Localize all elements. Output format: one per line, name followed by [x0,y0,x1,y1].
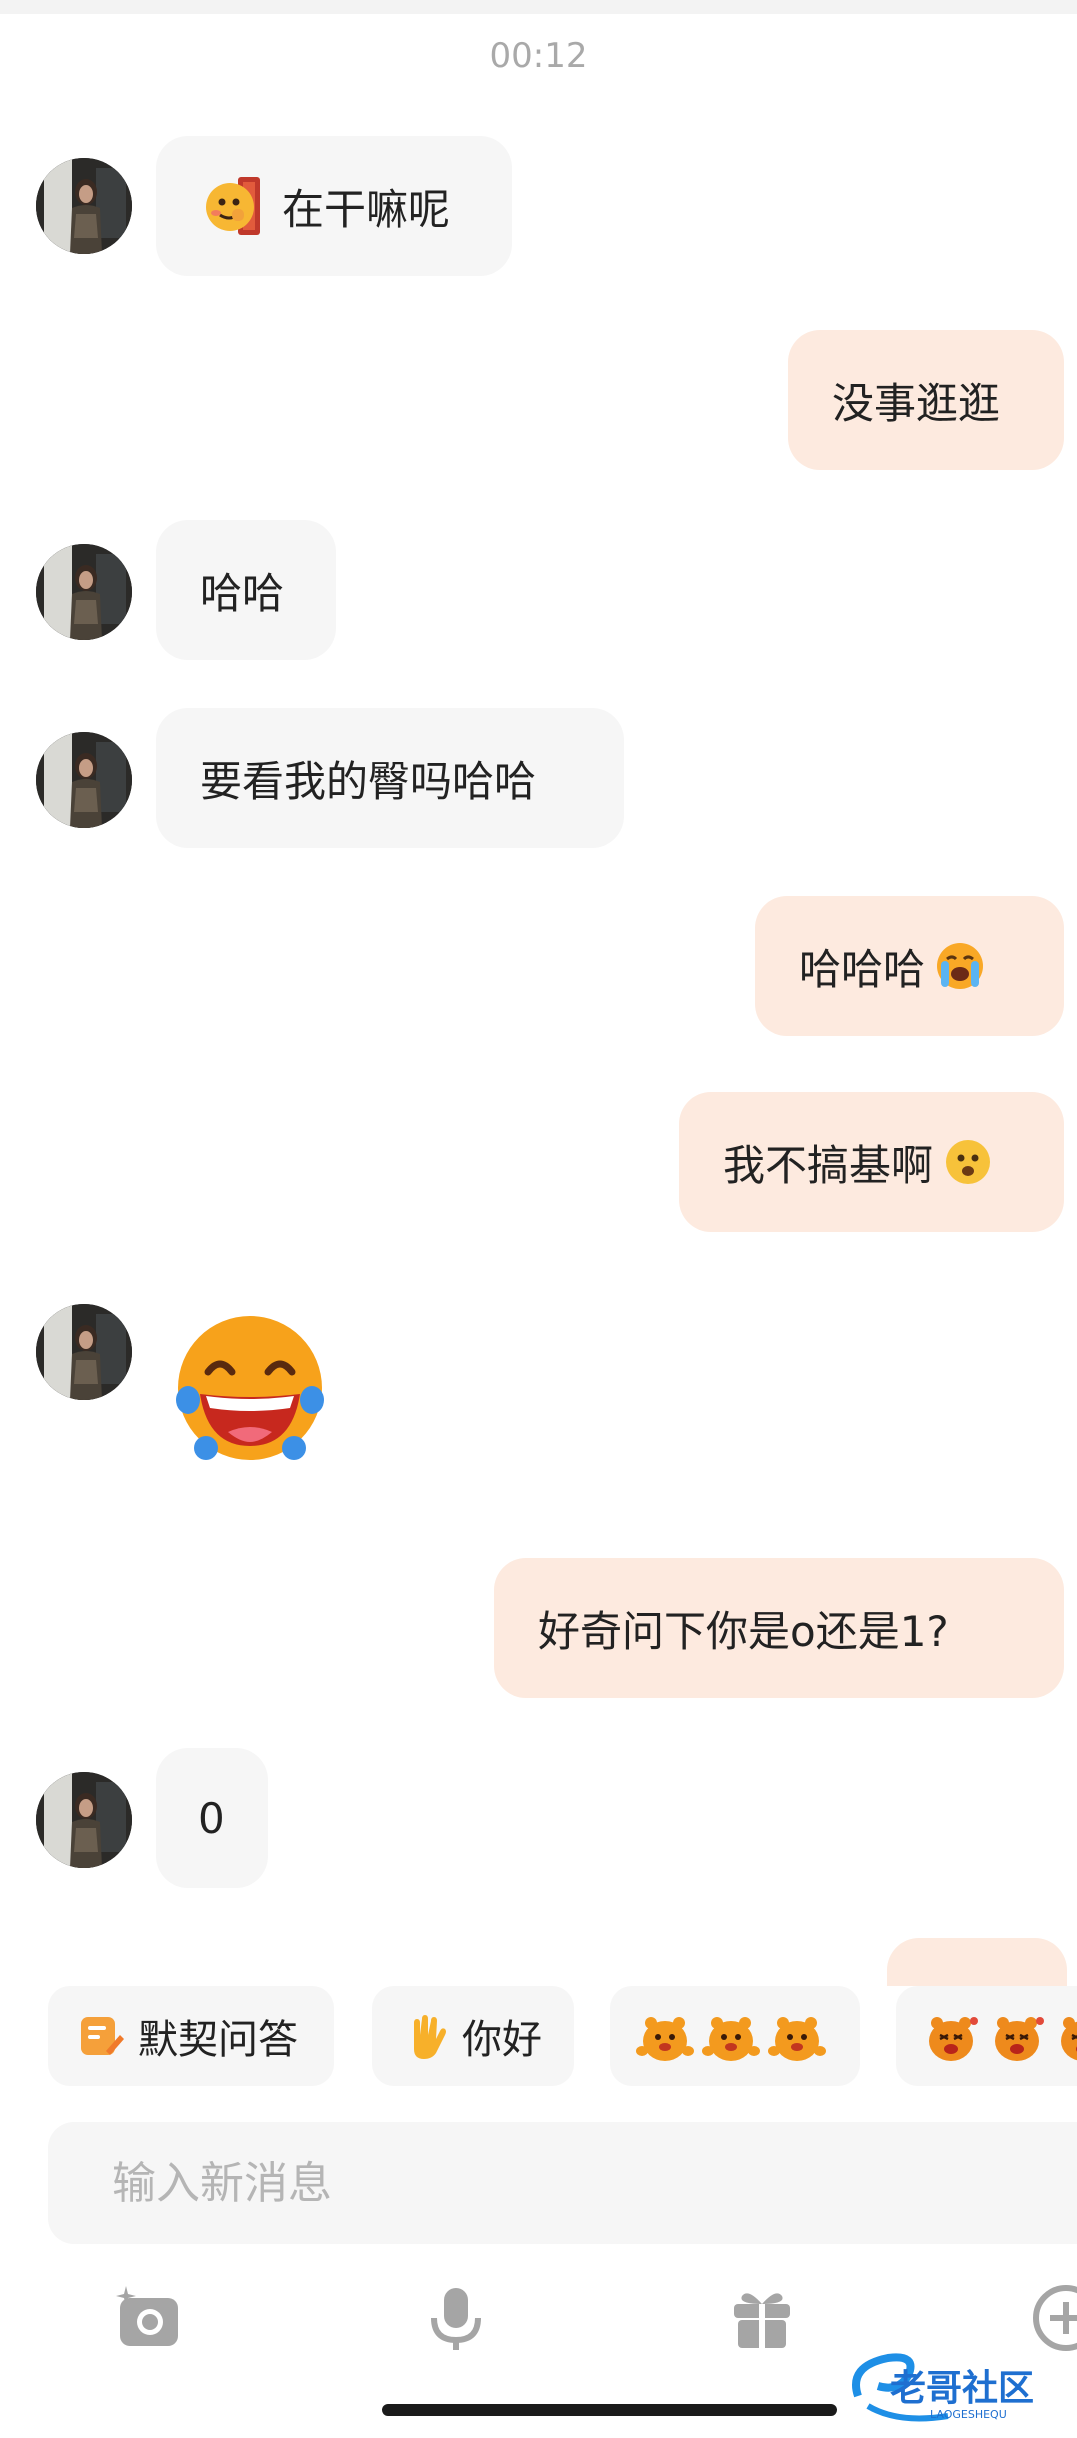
quick-reply-chip-bear-dance[interactable] [610,1986,860,2086]
message-timestamp: 00:12 [489,36,588,76]
quick-reply-label: 你好 [462,2017,542,2063]
contact-avatar[interactable] [36,732,132,828]
outgoing-message-bubble[interactable]: 我不搞基啊 [679,1092,1064,1232]
message-text: 哈哈 [200,568,285,618]
quick-reply-chip-quiz[interactable]: 默契问答 [48,1986,334,2086]
contact-avatar[interactable] [36,544,132,640]
outgoing-message-bubble[interactable]: 没事逛逛 [788,330,1064,470]
message-text: 哈哈哈 [799,944,926,994]
status-strip [0,0,1077,14]
message-text: 0 [198,1793,225,1843]
message-text: 好奇问下你是o还是1? [538,1606,949,1656]
message-text: 在干嘛呢 [282,184,451,234]
message-input[interactable] [110,2156,1014,2210]
dancing-bear-sticker-icon [700,2009,762,2063]
crying-bear-sticker-icon [1052,2009,1077,2063]
contact-avatar[interactable] [36,158,132,254]
laughing-tears-face-emoji-icon[interactable] [170,1308,330,1478]
outgoing-message-bubble[interactable]: 好奇问下你是o还是1? [494,1558,1064,1698]
message-text: 我不搞基啊 [723,1140,934,1190]
outgoing-message-bubble[interactable]: 哈哈哈 [755,896,1064,1036]
incoming-message-bubble[interactable]: 0 [156,1748,268,1888]
contact-avatar[interactable] [36,1772,132,1868]
quick-reply-chip-bear-cry[interactable] [896,1986,1077,2086]
quick-reply-chip-hello[interactable]: 你好 [372,1986,574,2086]
message-input-box[interactable] [48,2122,1077,2244]
frowning-face-emoji-icon [943,1137,993,1187]
dancing-bear-sticker-icon [766,2009,828,2063]
loudly-crying-face-emoji-icon [935,941,985,991]
crying-bear-sticker-icon [986,2009,1048,2063]
contact-avatar[interactable] [36,1304,132,1400]
svg-text:LAOGESHEQU: LAOGESHEQU [930,2408,1007,2421]
quick-reply-bar: 默契问答 你好 [0,1986,1077,2090]
message-text: 要看我的臀吗哈哈 [200,756,537,806]
quiz-note-icon [76,2011,126,2061]
incoming-message-bubble[interactable]: 要看我的臀吗哈哈 [156,708,624,848]
microphone-icon[interactable] [420,2282,492,2354]
crying-bear-sticker-icon [920,2009,982,2063]
incoming-message-bubble[interactable]: 在干嘛呢 [156,136,512,276]
dancing-bear-sticker-icon [634,2009,696,2063]
home-indicator[interactable] [382,2404,837,2416]
waving-hand-icon [400,2011,450,2061]
incoming-message-bubble[interactable]: 哈哈 [156,520,336,660]
svg-text:老哥社区: 老哥社区 [890,2368,1034,2409]
quick-reply-label: 默契问答 [138,2017,298,2063]
message-text: 没事逛逛 [832,378,1001,428]
gift-icon[interactable] [726,2282,798,2354]
camera-icon[interactable] [114,2282,186,2354]
site-watermark-logo: 老哥社区 LAOGESHEQU [838,2336,1077,2438]
peek-face-emoji-icon [202,173,268,239]
